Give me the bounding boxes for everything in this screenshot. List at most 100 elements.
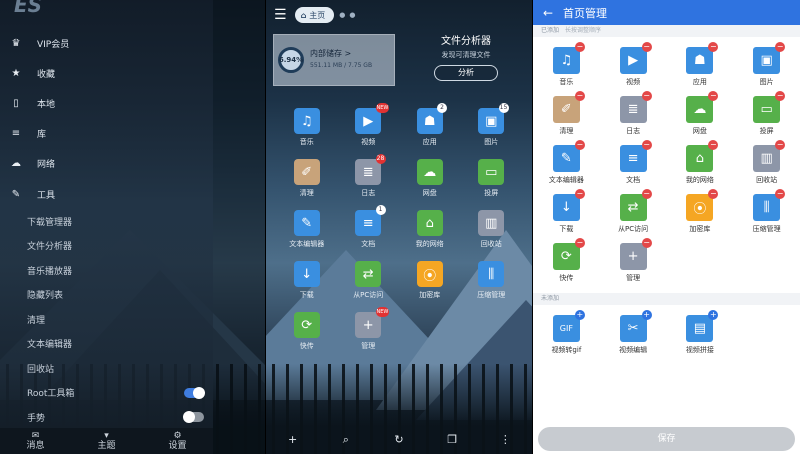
drawer-tool-item[interactable]: 下载管理器: [0, 209, 213, 234]
mail-icon: ✉: [31, 431, 40, 441]
save-button[interactable]: 保存: [538, 427, 795, 451]
remove-minus-icon[interactable]: −: [775, 42, 786, 52]
gesture-toggle[interactable]: [183, 411, 204, 424]
manage-tile-cast[interactable]: ▭ − 投屏: [733, 91, 800, 136]
drawer-bottom-mail[interactable]: ✉ 消息: [0, 428, 71, 454]
drawer-tool-item[interactable]: 隐藏列表: [0, 283, 213, 308]
home-tile-netdisk[interactable]: ☁ 网盘: [399, 159, 461, 198]
home-tab-chip[interactable]: ⌂ 主页: [294, 7, 335, 23]
remove-minus-icon[interactable]: −: [708, 42, 719, 52]
shirt-icon: ▾: [104, 431, 109, 441]
home-tile-pc-access[interactable]: ⇄ 从PC访问: [338, 261, 400, 300]
root-toolbox-toggle[interactable]: [184, 386, 205, 399]
manage-tile-recycle[interactable]: ▥ − 回收站: [733, 140, 800, 185]
add-plus-icon[interactable]: +: [574, 310, 585, 320]
home-tile-video[interactable]: ▶ NEW 视频: [338, 103, 400, 147]
home-tile-text-editor[interactable]: ✎ 文本编辑器: [276, 210, 338, 249]
drawer-tool-item[interactable]: 回收站: [0, 356, 213, 381]
home-tile-log[interactable]: ≣ 28 日志: [338, 154, 400, 198]
drawer-tool-item[interactable]: 文件分析器: [0, 234, 213, 259]
home-tile-zip[interactable]: ⫼ 压缩管理: [461, 261, 523, 300]
remove-minus-icon[interactable]: −: [641, 42, 652, 52]
remove-minus-icon[interactable]: −: [775, 189, 786, 199]
storage-title: 内部储存 >: [310, 49, 352, 58]
home-tile-download[interactable]: ↓ 下载: [276, 261, 338, 300]
remove-minus-icon[interactable]: −: [775, 140, 786, 150]
search-button[interactable]: ⌕: [319, 432, 372, 454]
drawer-item-cloud[interactable]: ☁ 网络: [0, 149, 213, 179]
add-plus-icon[interactable]: +: [641, 310, 652, 320]
manage-tile-music[interactable]: ♫ − 音乐: [533, 42, 600, 87]
encrypt-icon: ⦿: [416, 261, 443, 287]
home-tile-encrypt[interactable]: ⦿ 加密库: [399, 261, 461, 300]
home-tile-image[interactable]: ▣ 15 图片: [461, 103, 523, 147]
manage-tile-video-edit[interactable]: ✂ + 视频编辑: [600, 310, 667, 355]
plus-button[interactable]: +: [266, 432, 319, 454]
manage-tile-video-merge[interactable]: ▤ + 视频拼接: [667, 310, 734, 355]
drawer-tool-item[interactable]: 清理: [0, 307, 213, 332]
remove-minus-icon[interactable]: −: [574, 189, 585, 199]
manage-tile-zip[interactable]: ⫼ − 压缩管理: [733, 189, 800, 234]
remove-minus-icon[interactable]: −: [708, 189, 719, 199]
back-arrow-icon[interactable]: ←: [533, 6, 563, 20]
more-button[interactable]: ⋮: [479, 432, 532, 454]
manage-tile-video[interactable]: ▶ − 视频: [600, 42, 667, 87]
remove-minus-icon[interactable]: −: [708, 140, 719, 150]
remove-minus-icon[interactable]: −: [574, 140, 585, 150]
manage-tile-document[interactable]: ≡ − 文档: [600, 140, 667, 185]
remove-minus-icon[interactable]: −: [641, 238, 652, 248]
remove-minus-icon[interactable]: −: [641, 140, 652, 150]
analyze-button[interactable]: 分析: [434, 65, 498, 81]
remove-minus-icon[interactable]: −: [574, 91, 585, 101]
remove-minus-icon[interactable]: −: [574, 238, 585, 248]
drawer-tool-item[interactable]: 音乐播放器: [0, 258, 213, 283]
drawer-tool-item[interactable]: 手势: [0, 405, 213, 430]
home-tile-swipe[interactable]: ⟳ 快传: [276, 312, 338, 351]
drawer-item-phone[interactable]: ▯ 本地: [0, 88, 213, 118]
home-tile-clean[interactable]: ✐ 清理: [276, 159, 338, 198]
home-tile-music[interactable]: ♫ 音乐: [276, 108, 338, 147]
manage-tile-image[interactable]: ▣ − 图片: [733, 42, 800, 87]
manage-tile-manage[interactable]: + − 管理: [600, 238, 667, 283]
manage-tile-my-network[interactable]: ⌂ − 我的网络: [667, 140, 734, 185]
manage-tile-app[interactable]: ☗ − 应用: [667, 42, 734, 87]
manage-tile-clean[interactable]: ✐ − 清理: [533, 91, 600, 136]
drawer-bottom-shirt[interactable]: ▾ 主题: [71, 428, 142, 454]
manage-tile-encrypt[interactable]: ⦿ − 加密库: [667, 189, 734, 234]
drawer-tool-item[interactable]: 文本编辑器: [0, 332, 213, 357]
remove-minus-icon[interactable]: −: [641, 189, 652, 199]
windows-button[interactable]: ❐: [426, 432, 479, 454]
drawer-bottom-gear[interactable]: ⚙ 设置: [142, 428, 213, 454]
drawer-item-stack[interactable]: ≡ 库: [0, 119, 213, 149]
drawer-menu: ♛ VIP会员 ★ 收藏 ▯ 本地 ≡ 库 ☁ 网络 ✎ 工具 下载管理器 文件分析器 音乐播放器 隐藏列表清…: [0, 28, 213, 430]
my-network-icon: ⌂: [416, 210, 443, 236]
home-tile-manage[interactable]: + NEW 管理: [338, 307, 400, 351]
manage-tile-log[interactable]: ≣ − 日志: [600, 91, 667, 136]
drawer-item-crown[interactable]: ♛ VIP会员: [0, 28, 213, 58]
drawer-item-wrench[interactable]: ✎ 工具: [0, 179, 213, 209]
added-section-header: 已添加 长按调整顺序: [533, 25, 800, 37]
refresh-button[interactable]: ↻: [372, 432, 425, 454]
add-plus-icon[interactable]: +: [708, 310, 719, 320]
document-icon: ≡ −: [619, 140, 652, 172]
hamburger-menu-icon[interactable]: ☰: [274, 7, 287, 23]
remove-minus-icon[interactable]: −: [641, 91, 652, 101]
remove-minus-icon[interactable]: −: [708, 91, 719, 101]
manage-tile-text-editor[interactable]: ✎ − 文本编辑器: [533, 140, 600, 185]
manage-tile-netdisk[interactable]: ☁ − 网盘: [667, 91, 734, 136]
internal-storage-card[interactable]: 6.94% 内部储存 > 551.11 MB / 7.75 GB: [273, 34, 395, 86]
remove-minus-icon[interactable]: −: [775, 91, 786, 101]
dimmed-home-backdrop[interactable]: [213, 0, 265, 454]
manage-tile-pc-access[interactable]: ⇄ − 从PC访问: [600, 189, 667, 234]
drawer-tool-item[interactable]: Root工具箱: [0, 381, 213, 406]
home-tile-app[interactable]: ☗ 2 应用: [399, 103, 461, 147]
drawer-item-star[interactable]: ★ 收藏: [0, 58, 213, 88]
home-tile-cast[interactable]: ▭ 投屏: [461, 159, 523, 198]
manage-tile-swipe[interactable]: ⟳ − 快传: [533, 238, 600, 283]
home-tile-document[interactable]: ≡ 1 文档: [338, 205, 400, 249]
home-tile-recycle[interactable]: ▥ 回收站: [461, 210, 523, 249]
manage-tile-video-to-gif[interactable]: GIF + 视频转gif: [533, 310, 600, 355]
home-tile-my-network[interactable]: ⌂ 我的网络: [399, 210, 461, 249]
remove-minus-icon[interactable]: −: [574, 42, 585, 52]
manage-tile-download[interactable]: ↓ − 下载: [533, 189, 600, 234]
